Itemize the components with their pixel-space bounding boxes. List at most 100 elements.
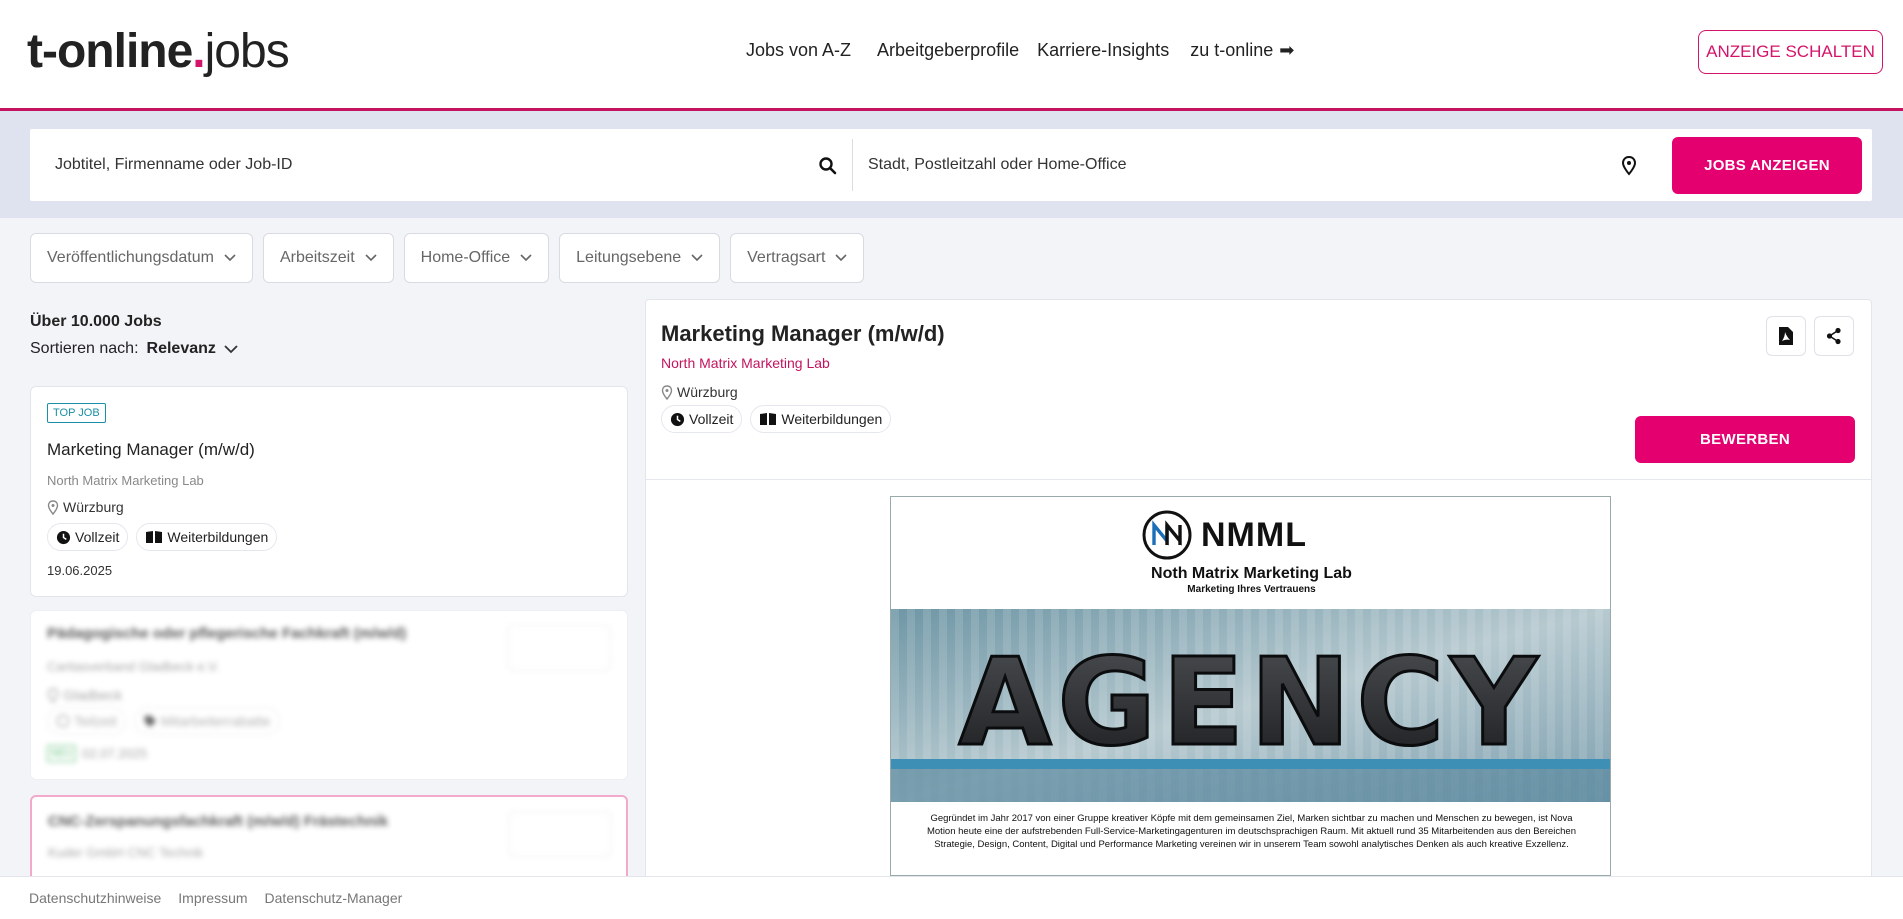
footer-impressum[interactable]: Impressum [178,890,247,906]
clock-icon [670,412,685,426]
tag-label: Weiterbildungen [781,411,883,427]
count-prefix: Über [30,313,67,330]
tag-teilzeit: Teilzeit [47,707,126,735]
search-bar: Jobtitel, Firmenname oder Job-ID Stadt, … [30,129,1872,201]
job-search-input[interactable]: Jobtitel, Firmenname oder Job-ID [55,129,855,201]
chevron-down-icon [224,344,238,353]
logo-jobs: jobs [204,25,290,78]
nav-karriere-insights[interactable]: Karriere-Insights [1037,40,1169,61]
job-meta: NEU 02.07.2025 [47,745,147,762]
tag-weiterbildungen: Weiterbildungen [750,405,892,433]
search-band: Jobtitel, Firmenname oder Job-ID Stadt, … [0,111,1903,218]
logo-brand: t-online [27,25,193,78]
ad-company-name: Noth Matrix Marketing Lab [1151,565,1352,582]
agency-word: AGENCY [959,634,1544,773]
main-nav: Jobs von A-Z Arbeitgeberprofile Karriere… [746,40,1312,61]
location-pin-icon[interactable] [1620,156,1638,176]
book-icon [760,413,777,425]
job-detail-header: Marketing Manager (m/w/d) North Matrix M… [646,300,1871,480]
filter-label: Home-Office [420,249,511,266]
job-location: Gladbeck [47,687,122,703]
tag-icon [144,715,156,728]
job-tags: Teilzeit Mitarbeiterrabatte [47,707,280,735]
footer-datenschutzhinweise[interactable]: Datenschutzhinweise [29,890,161,906]
job-location-label: Gladbeck [63,687,123,703]
job-card[interactable]: Pädagogische oder pflegerische Fachkraft… [30,610,628,780]
ad-description: Gegründet im Jahr 2017 von einer Gruppe … [926,813,1576,850]
filter-leitungsebene[interactable]: Leitungsebene [559,233,721,283]
job-detail-panel: Marketing Manager (m/w/d) North Matrix M… [645,299,1872,919]
job-date: 02.07.2025 [82,746,148,761]
nav-zu-t-online-label: zu t-online [1190,40,1274,60]
filter-arbeitszeit[interactable]: Arbeitszeit [262,233,394,283]
job-title: Pädagogische oder pflegerische Fachkraft… [47,625,407,642]
location-pin-icon [47,687,59,703]
job-tags: Vollzeit Weiterbildungen [47,523,278,551]
anzeige-schalten-button[interactable]: ANZEIGE SCHALTEN [1698,30,1883,74]
filter-veroeffentlichungsdatum[interactable]: Veröffentlichungsdatum [30,233,253,283]
job-date: 19.06.2025 [47,563,113,578]
clock-icon [56,530,71,544]
jobs-anzeigen-button[interactable]: JOBS ANZEIGEN [1672,137,1862,194]
detail-title: Marketing Manager (m/w/d) [661,321,945,346]
site-header: t-online.jobs Jobs von A-Z Arbeitgeberpr… [0,0,1903,111]
site-logo[interactable]: t-online.jobs [27,24,290,79]
company-logo-placeholder [507,625,611,671]
bewerben-button[interactable]: BEWERBEN [1635,416,1855,463]
clock-icon [56,714,70,728]
job-title: CNC-Zerspanungsfachkraft (m/w/d) Frästec… [48,813,389,830]
nav-jobs-a-z[interactable]: Jobs von A-Z [746,40,851,61]
location-pin-icon [661,384,673,400]
top-job-badge: TOP JOB [47,403,106,423]
filter-bar: Veröffentlichungsdatum Arbeitszeit Home-… [30,233,865,283]
detail-location: Würzburg [661,384,738,400]
tag-vollzeit: Vollzeit [661,405,743,433]
new-badge: NEU [47,745,77,762]
job-title[interactable]: Marketing Manager (m/w/d) [47,440,255,460]
job-card[interactable]: TOP JOB Marketing Manager (m/w/d) North … [30,386,628,597]
pdf-icon [1779,327,1793,345]
sort-control[interactable]: Sortieren nach: Relevanz [30,340,238,358]
results-count: Über 10.000 Jobs [30,313,162,331]
company-ad-image: NMML Noth Matrix Marketing Lab Marketing… [890,496,1611,876]
job-company: Kuder GmbH CNC Technik [48,845,204,860]
tag-label: Vollzeit [689,411,734,427]
ad-logo: NMML [1141,509,1307,561]
tag-label: Vollzeit [75,529,120,545]
site-footer: Datenschutzhinweise Impressum Datenschut… [0,876,1903,919]
tag-label: Weiterbildungen [167,529,269,545]
nav-zu-t-online[interactable]: zu t-online ➡ [1190,40,1294,61]
footer-datenschutz-manager[interactable]: Datenschutz-Manager [265,890,403,906]
chevron-down-icon [520,254,532,262]
chevron-down-icon [365,254,377,262]
logo-dot: . [192,25,205,78]
detail-tags: Vollzeit Weiterbildungen [661,405,892,433]
filter-home-office[interactable]: Home-Office [403,233,550,283]
company-logo-placeholder [508,811,612,857]
filter-label: Veröffentlichungsdatum [47,249,214,266]
book-icon [146,531,163,543]
search-icon[interactable] [818,156,838,176]
chevron-down-icon [835,254,847,262]
tag-weiterbildungen: Weiterbildungen [136,523,278,551]
count-suffix: Jobs [124,313,162,330]
tag-label: Mitarbeiterrabatte [160,713,271,729]
filter-label: Arbeitszeit [279,249,355,266]
location-search-input[interactable]: Stadt, Postleitzahl oder Home-Office [868,129,1648,201]
arrow-right-icon: ➡ [1279,40,1295,60]
search-divider [852,139,853,191]
share-button[interactable] [1814,316,1854,356]
detail-location-label: Würzburg [677,384,738,400]
detail-company[interactable]: North Matrix Marketing Lab [661,355,830,371]
sort-label: Sortieren nach: [30,340,139,357]
job-location-label: Würzburg [63,499,124,515]
sort-value: Relevanz [146,340,216,357]
nav-arbeitgeberprofile[interactable]: Arbeitgeberprofile [877,40,1019,61]
chevron-down-icon [691,254,703,262]
filter-vertragsart[interactable]: Vertragsart [730,233,865,283]
location-pin-icon [47,499,59,515]
tag-mitarbeiterrabatte: Mitarbeiterrabatte [133,707,280,735]
nmml-logo-icon [1142,510,1192,560]
pdf-download-button[interactable] [1766,316,1806,356]
job-company: Caritasverband Gladbeck e.V. [47,659,220,674]
